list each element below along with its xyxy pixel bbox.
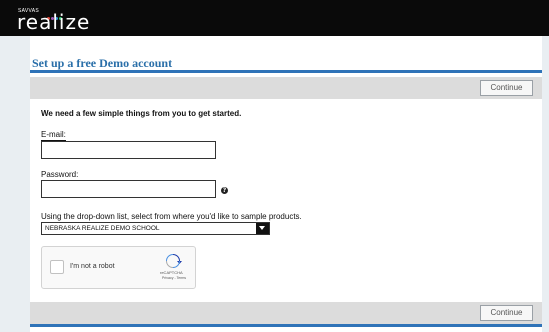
recaptcha-checkbox[interactable]	[50, 260, 64, 274]
school-select[interactable]: NEBRASKA REALIZE DEMO SCHOOL	[41, 222, 270, 235]
logo-realize-text: realize	[17, 10, 91, 34]
signup-panel: Set up a free Demo account Continue We n…	[30, 36, 542, 332]
bottom-toolbar: Continue	[30, 302, 542, 324]
recaptcha-privacy-terms[interactable]: Privacy - Terms	[162, 276, 186, 280]
recaptcha-widget: I'm not a robot reCAPTCHA Privacy - Term…	[41, 246, 196, 289]
email-label: E-mail:	[41, 130, 66, 141]
top-blue-rule	[30, 70, 542, 73]
password-label: Password:	[41, 170, 79, 181]
recaptcha-logo-icon	[166, 254, 182, 268]
dropdown-label-text: Using the drop-down list, select from wh…	[41, 212, 302, 221]
intro-text: We need a few simple things from you to …	[41, 109, 242, 118]
email-input[interactable]	[41, 141, 216, 159]
school-select-value: NEBRASKA REALIZE DEMO SCHOOL	[45, 225, 160, 232]
bottom-blue-rule	[30, 324, 542, 327]
continue-button-bottom[interactable]: Continue	[480, 305, 533, 321]
continue-button-top[interactable]: Continue	[480, 80, 533, 96]
dropdown-label: Using the drop-down list, select from wh…	[41, 212, 302, 221]
email-label-text: E-mail:	[41, 130, 66, 139]
recaptcha-label: I'm not a robot	[70, 263, 115, 270]
top-toolbar: Continue	[30, 77, 542, 99]
help-icon[interactable]: ?	[221, 187, 228, 194]
password-label-text: Password:	[41, 170, 79, 179]
recaptcha-brand: reCAPTCHA	[160, 270, 183, 275]
password-input[interactable]	[41, 180, 216, 198]
top-nav-bar: SAVVAS realize	[0, 0, 549, 36]
page-title: Set up a free Demo account	[32, 56, 173, 70]
chevron-down-icon[interactable]	[256, 223, 269, 234]
